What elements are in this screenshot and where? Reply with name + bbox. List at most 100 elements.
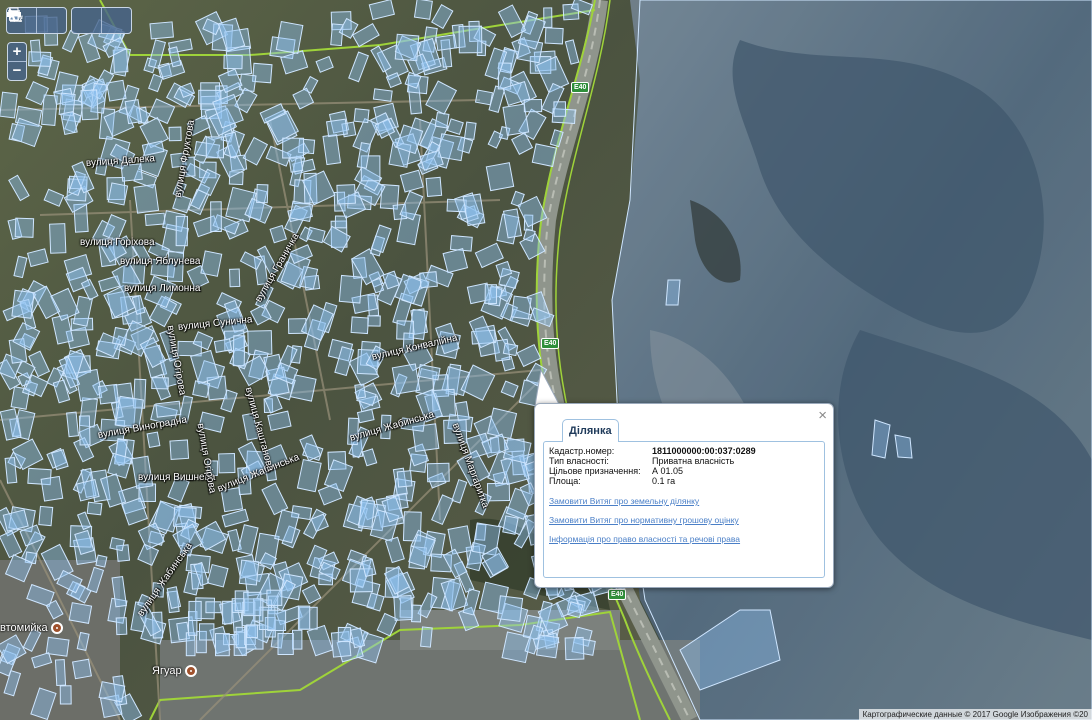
cadastral-parcel[interactable] (11, 289, 35, 319)
cadastral-parcel[interactable] (391, 363, 421, 395)
cadastral-parcel[interactable] (535, 634, 560, 659)
zoom-in-button[interactable]: + (8, 43, 26, 62)
cadastral-parcel[interactable] (267, 609, 287, 632)
order-valuation-extract-link[interactable]: Замовити Витяг про нормативну грошову оц… (549, 515, 739, 525)
cadastral-parcel[interactable] (235, 626, 247, 649)
cadastral-parcel[interactable] (175, 215, 188, 247)
cadastral-parcel[interactable] (146, 431, 161, 448)
cadastral-parcel[interactable] (0, 91, 18, 119)
cadastral-parcel[interactable] (484, 284, 498, 304)
cadastral-parcel[interactable] (80, 89, 99, 121)
cadastral-parcel[interactable] (78, 415, 91, 446)
cadastral-parcel[interactable] (40, 475, 64, 502)
cadastral-parcel[interactable] (66, 411, 80, 438)
cadastral-parcel[interactable] (275, 20, 304, 55)
cadastral-parcel[interactable] (151, 377, 169, 390)
cadastral-parcel[interactable] (394, 33, 420, 62)
cadastral-parcel[interactable] (238, 559, 260, 586)
cadastral-parcel[interactable] (446, 198, 467, 213)
poi-jaguar[interactable]: Ягуар (152, 665, 197, 677)
identify-icon[interactable]: ? (9, 8, 131, 33)
cadastral-parcel[interactable] (124, 99, 143, 125)
cadastral-parcel[interactable] (223, 54, 243, 70)
cadastral-parcel[interactable] (337, 626, 352, 643)
cadastral-parcel[interactable] (246, 624, 258, 639)
cadastral-parcel[interactable] (86, 501, 103, 516)
measure-area-icon[interactable]: M² (8, 8, 66, 33)
cadastral-parcel[interactable] (4, 456, 18, 484)
cadastral-parcel[interactable] (228, 268, 241, 288)
cadastral-parcel[interactable] (502, 515, 519, 535)
cadastral-parcel[interactable] (396, 470, 413, 488)
cadastral-parcel[interactable] (210, 201, 222, 233)
cadastral-parcel[interactable] (149, 21, 174, 40)
cadastral-parcel[interactable] (297, 605, 311, 630)
cadastral-parcel[interactable] (393, 595, 413, 621)
cadastral-parcel[interactable] (497, 595, 524, 622)
cadastral-parcel[interactable] (49, 223, 67, 254)
cadastral-parcel[interactable] (192, 380, 211, 399)
cadastral-parcel[interactable] (437, 133, 466, 162)
cadastral-parcel[interactable] (14, 217, 35, 238)
cadastral-parcel[interactable] (447, 525, 473, 555)
cadastral-parcel[interactable] (213, 338, 233, 353)
cadastral-parcel[interactable] (553, 101, 567, 117)
cadastral-parcel[interactable] (107, 182, 129, 206)
cadastral-parcel[interactable] (426, 462, 450, 483)
cadastral-parcel[interactable] (232, 335, 246, 367)
cadastral-parcel[interactable] (336, 184, 356, 205)
cadastral-parcel[interactable] (38, 505, 54, 527)
cadastral-parcel[interactable] (54, 659, 67, 687)
cadastral-parcel[interactable] (277, 633, 294, 655)
cadastral-parcel[interactable] (168, 126, 182, 142)
cadastral-parcel[interactable] (425, 176, 443, 198)
cadastral-parcel[interactable] (144, 212, 166, 227)
cadastral-parcel[interactable] (413, 0, 433, 20)
cadastral-parcel[interactable] (474, 89, 494, 106)
cadastral-parcel[interactable] (111, 326, 129, 346)
cadastral-parcel[interactable] (120, 163, 143, 182)
cadastral-parcel[interactable] (411, 604, 422, 623)
poi-car-wash[interactable]: втомийка (0, 622, 63, 634)
cadastral-parcel[interactable] (289, 200, 314, 223)
cadastral-parcel[interactable] (338, 274, 363, 304)
cadastral-parcel[interactable] (205, 601, 222, 614)
cadastral-parcel[interactable] (543, 7, 553, 28)
close-icon[interactable]: × (818, 407, 827, 424)
order-land-extract-link[interactable]: Замовити Витяг про земельну ділянку (549, 496, 699, 506)
cadastral-parcel[interactable] (205, 136, 225, 159)
print-icon[interactable] (7, 7, 102, 33)
cadastral-parcel[interactable] (199, 623, 215, 641)
map-view[interactable]: вулиця Далека вулиця Горіхова вулиця Ябл… (0, 0, 1092, 720)
cadastral-parcel[interactable] (458, 25, 483, 54)
cadastral-parcel[interactable] (523, 99, 543, 113)
cadastral-parcel[interactable] (372, 88, 393, 102)
cadastral-parcel[interactable] (485, 162, 515, 192)
cadastral-parcel[interactable] (564, 636, 585, 661)
cadastral-parcel[interactable] (463, 121, 477, 141)
cadastral-parcel[interactable] (434, 111, 450, 129)
cadastral-parcel[interactable] (115, 617, 128, 636)
cadastral-parcel[interactable] (350, 316, 370, 335)
cadastral-parcel[interactable] (133, 183, 160, 214)
cadastral-parcel[interactable] (218, 452, 236, 474)
cadastral-parcel[interactable] (354, 383, 367, 399)
cadastral-parcel[interactable] (68, 602, 93, 624)
cadastral-parcel[interactable] (222, 600, 233, 625)
zoom-out-button[interactable]: − (8, 62, 26, 80)
cadastral-parcel[interactable] (256, 184, 269, 204)
cadastral-parcel[interactable] (419, 271, 438, 289)
cadastral-parcel[interactable] (502, 342, 519, 357)
cadastral-parcel[interactable] (325, 118, 348, 138)
cadastral-parcel[interactable] (531, 143, 558, 168)
cadastral-parcel[interactable] (106, 79, 127, 102)
cadastral-parcel[interactable] (188, 600, 202, 622)
cadastral-parcel[interactable] (358, 499, 376, 528)
cadastral-parcel[interactable] (353, 108, 370, 124)
cadastral-parcel[interactable] (71, 658, 92, 680)
cadastral-parcel[interactable] (215, 633, 230, 657)
cadastral-parcel[interactable] (75, 368, 103, 402)
cadastral-parcel[interactable] (420, 626, 433, 648)
cadastral-parcel[interactable] (510, 295, 532, 320)
cadastral-parcel[interactable] (455, 401, 470, 422)
